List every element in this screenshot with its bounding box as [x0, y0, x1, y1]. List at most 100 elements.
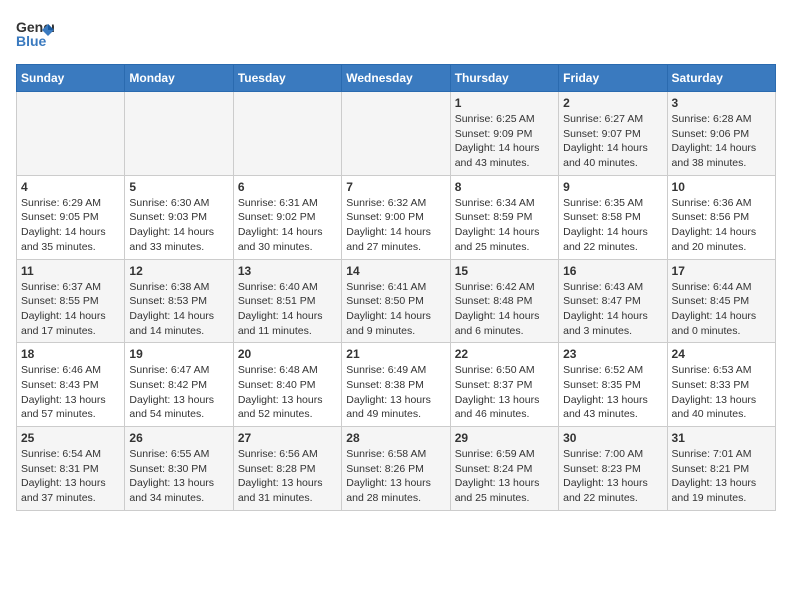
day-number: 27 — [238, 431, 337, 445]
day-cell-10: 10Sunrise: 6:36 AM Sunset: 8:56 PM Dayli… — [667, 175, 775, 259]
day-info: Sunrise: 6:54 AM Sunset: 8:31 PM Dayligh… — [21, 447, 120, 506]
day-number: 10 — [672, 180, 771, 194]
day-cell-23: 23 Sunrise: 6:52 AM Sunset: 8:35 PM Dayli… — [559, 343, 667, 427]
day-cell-30: 30 Sunrise: 7:00 AM Sunset: 8:23 PM Dayli… — [559, 427, 667, 511]
day-number: 14 — [346, 264, 445, 278]
day-number: 17 — [672, 264, 771, 278]
day-cell-6: 6 Sunrise: 6:31 AM Sunset: 9:02 PM Daylig… — [233, 175, 341, 259]
day-number: 1 — [455, 96, 554, 110]
day-cell-8: 8 Sunrise: 6:34 AM Sunset: 8:59 PM Daylig… — [450, 175, 558, 259]
day-info: Sunrise: 6:42 AM Sunset: 8:48 PM Dayligh… — [455, 280, 554, 339]
day-number: 28 — [346, 431, 445, 445]
day-number: 26 — [129, 431, 228, 445]
day-info: Sunrise: 6:27 AM Sunset: 9:07 PM Dayligh… — [563, 112, 662, 171]
day-cell-15: 15 Sunrise: 6:42 AM Sunset: 8:48 PM Dayli… — [450, 259, 558, 343]
day-cell-empty-0 — [17, 92, 125, 176]
day-cell-13: 13 Sunrise: 6:40 AM Sunset: 8:51 PM Dayli… — [233, 259, 341, 343]
page-header: General Blue — [16, 16, 776, 54]
day-number: 16 — [563, 264, 662, 278]
column-header-monday: Monday — [125, 65, 233, 92]
week-row-3: 11 Sunrise: 6:37 AM Sunset: 8:55 PM Dayli… — [17, 259, 776, 343]
day-info: Sunrise: 6:41 AM Sunset: 8:50 PM Dayligh… — [346, 280, 445, 339]
day-number: 4 — [21, 180, 120, 194]
day-number: 15 — [455, 264, 554, 278]
day-cell-14: 14 Sunrise: 6:41 AM Sunset: 8:50 PM Dayli… — [342, 259, 450, 343]
column-header-wednesday: Wednesday — [342, 65, 450, 92]
day-number: 3 — [672, 96, 771, 110]
day-cell-21: 21 Sunrise: 6:49 AM Sunset: 8:38 PM Dayli… — [342, 343, 450, 427]
day-cell-19: 19Sunrise: 6:47 AM Sunset: 8:42 PM Dayli… — [125, 343, 233, 427]
day-info: Sunrise: 6:29 AM Sunset: 9:05 PM Dayligh… — [21, 196, 120, 255]
day-cell-17: 17 Sunrise: 6:44 AM Sunset: 8:45 PM Dayli… — [667, 259, 775, 343]
day-info: Sunrise: 6:32 AM Sunset: 9:00 PM Dayligh… — [346, 196, 445, 255]
column-header-saturday: Saturday — [667, 65, 775, 92]
day-cell-29: 29 Sunrise: 6:59 AM Sunset: 8:24 PM Dayli… — [450, 427, 558, 511]
day-number: 11 — [21, 264, 120, 278]
logo-icon: General Blue — [16, 16, 54, 54]
calendar-table: SundayMondayTuesdayWednesdayThursdayFrid… — [16, 64, 776, 511]
day-number: 9 — [563, 180, 662, 194]
day-number: 18 — [21, 347, 120, 361]
column-header-sunday: Sunday — [17, 65, 125, 92]
day-info: Sunrise: 6:30 AM Sunset: 9:03 PM Dayligh… — [129, 196, 228, 255]
column-header-thursday: Thursday — [450, 65, 558, 92]
day-number: 31 — [672, 431, 771, 445]
day-info: Sunrise: 6:37 AM Sunset: 8:55 PM Dayligh… — [21, 280, 120, 339]
day-cell-2: 2 Sunrise: 6:27 AM Sunset: 9:07 PM Daylig… — [559, 92, 667, 176]
day-number: 20 — [238, 347, 337, 361]
day-number: 21 — [346, 347, 445, 361]
day-number: 12 — [129, 264, 228, 278]
day-info: Sunrise: 6:35 AM Sunset: 8:58 PM Dayligh… — [563, 196, 662, 255]
day-info: Sunrise: 6:53 AM Sunset: 8:33 PM Dayligh… — [672, 363, 771, 422]
day-info: Sunrise: 6:25 AM Sunset: 9:09 PM Dayligh… — [455, 112, 554, 171]
day-info: Sunrise: 6:34 AM Sunset: 8:59 PM Dayligh… — [455, 196, 554, 255]
day-number: 22 — [455, 347, 554, 361]
day-info: Sunrise: 6:31 AM Sunset: 9:02 PM Dayligh… — [238, 196, 337, 255]
day-info: Sunrise: 6:43 AM Sunset: 8:47 PM Dayligh… — [563, 280, 662, 339]
logo: General Blue — [16, 16, 54, 54]
day-info: Sunrise: 6:49 AM Sunset: 8:38 PM Dayligh… — [346, 363, 445, 422]
day-number: 30 — [563, 431, 662, 445]
day-number: 29 — [455, 431, 554, 445]
day-info: Sunrise: 7:01 AM Sunset: 8:21 PM Dayligh… — [672, 447, 771, 506]
day-number: 5 — [129, 180, 228, 194]
day-info: Sunrise: 6:46 AM Sunset: 8:43 PM Dayligh… — [21, 363, 120, 422]
day-cell-4: 4 Sunrise: 6:29 AM Sunset: 9:05 PM Daylig… — [17, 175, 125, 259]
day-cell-18: 18 Sunrise: 6:46 AM Sunset: 8:43 PM Dayli… — [17, 343, 125, 427]
header-row: SundayMondayTuesdayWednesdayThursdayFrid… — [17, 65, 776, 92]
day-info: Sunrise: 6:48 AM Sunset: 8:40 PM Dayligh… — [238, 363, 337, 422]
day-number: 23 — [563, 347, 662, 361]
day-cell-16: 16 Sunrise: 6:43 AM Sunset: 8:47 PM Dayli… — [559, 259, 667, 343]
day-cell-3: 3Sunrise: 6:28 AM Sunset: 9:06 PM Daylig… — [667, 92, 775, 176]
day-info: Sunrise: 6:59 AM Sunset: 8:24 PM Dayligh… — [455, 447, 554, 506]
day-info: Sunrise: 6:58 AM Sunset: 8:26 PM Dayligh… — [346, 447, 445, 506]
day-cell-31: 31 Sunrise: 7:01 AM Sunset: 8:21 PM Dayli… — [667, 427, 775, 511]
week-row-1: 1 Sunrise: 6:25 AM Sunset: 9:09 PM Daylig… — [17, 92, 776, 176]
day-info: Sunrise: 6:40 AM Sunset: 8:51 PM Dayligh… — [238, 280, 337, 339]
day-info: Sunrise: 6:56 AM Sunset: 8:28 PM Dayligh… — [238, 447, 337, 506]
day-number: 6 — [238, 180, 337, 194]
day-cell-28: 28 Sunrise: 6:58 AM Sunset: 8:26 PM Dayli… — [342, 427, 450, 511]
week-row-2: 4 Sunrise: 6:29 AM Sunset: 9:05 PM Daylig… — [17, 175, 776, 259]
day-number: 13 — [238, 264, 337, 278]
day-number: 8 — [455, 180, 554, 194]
day-cell-24: 24Sunrise: 6:53 AM Sunset: 8:33 PM Dayli… — [667, 343, 775, 427]
svg-text:Blue: Blue — [16, 33, 47, 49]
day-info: Sunrise: 7:00 AM Sunset: 8:23 PM Dayligh… — [563, 447, 662, 506]
day-number: 19 — [129, 347, 228, 361]
day-info: Sunrise: 6:44 AM Sunset: 8:45 PM Dayligh… — [672, 280, 771, 339]
day-cell-empty-3 — [342, 92, 450, 176]
column-header-friday: Friday — [559, 65, 667, 92]
day-info: Sunrise: 6:52 AM Sunset: 8:35 PM Dayligh… — [563, 363, 662, 422]
day-cell-1: 1 Sunrise: 6:25 AM Sunset: 9:09 PM Daylig… — [450, 92, 558, 176]
column-header-tuesday: Tuesday — [233, 65, 341, 92]
week-row-5: 25Sunrise: 6:54 AM Sunset: 8:31 PM Dayli… — [17, 427, 776, 511]
day-number: 2 — [563, 96, 662, 110]
day-info: Sunrise: 6:50 AM Sunset: 8:37 PM Dayligh… — [455, 363, 554, 422]
day-number: 7 — [346, 180, 445, 194]
day-info: Sunrise: 6:55 AM Sunset: 8:30 PM Dayligh… — [129, 447, 228, 506]
day-cell-20: 20 Sunrise: 6:48 AM Sunset: 8:40 PM Dayli… — [233, 343, 341, 427]
day-cell-empty-2 — [233, 92, 341, 176]
day-cell-empty-1 — [125, 92, 233, 176]
day-cell-26: 26 Sunrise: 6:55 AM Sunset: 8:30 PM Dayli… — [125, 427, 233, 511]
